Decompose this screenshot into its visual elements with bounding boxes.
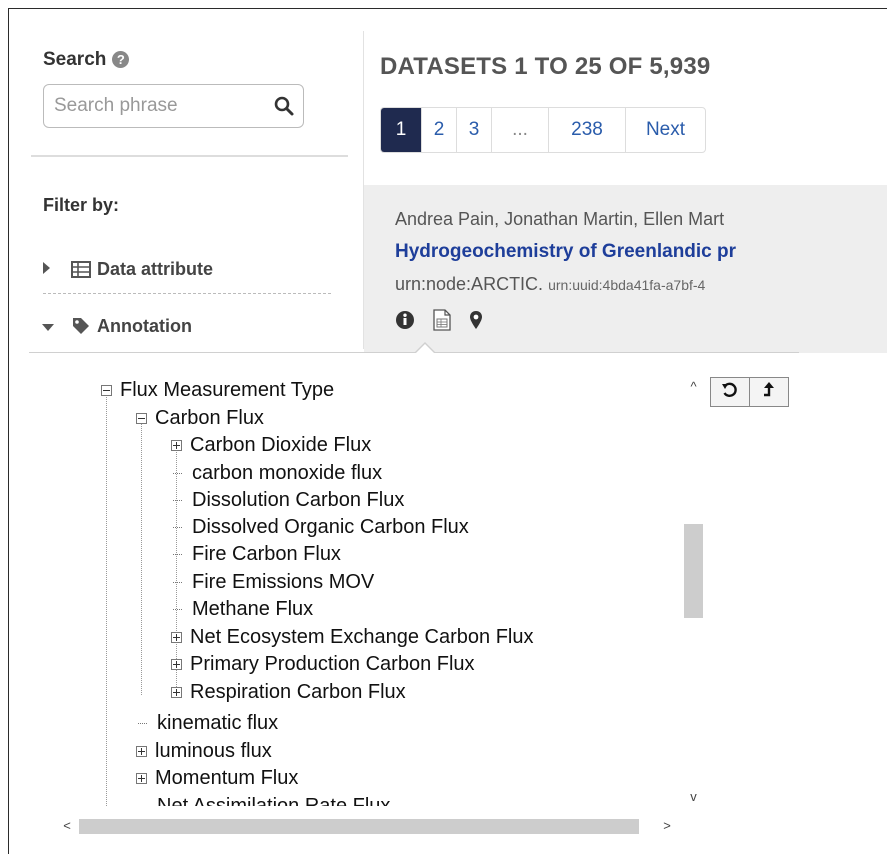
facet-label: Data attribute [97, 258, 214, 279]
tree-node[interactable]: luminous flux [136, 738, 272, 765]
tag-icon [71, 316, 97, 336]
tree-branch [173, 500, 182, 501]
tree-node[interactable]: Primary Production Carbon Flux [171, 651, 475, 678]
expand-toggle-icon[interactable] [171, 440, 182, 451]
tree-branch [173, 527, 182, 528]
tree-node-label[interactable]: Net Ecosystem Exchange Carbon Flux [190, 626, 534, 649]
search-box [43, 84, 304, 128]
collapse-up-icon [761, 381, 777, 404]
tree-node[interactable]: Momentum Flux [136, 765, 298, 792]
result-actions [395, 309, 483, 336]
result-identifier: urn:node:ARCTIC. urn:uuid:4bda41fa-a7bf-… [395, 274, 805, 295]
tree-node-label[interactable]: Respiration Carbon Flux [190, 681, 406, 704]
scroll-down-icon[interactable]: v [683, 787, 704, 807]
result-title-link[interactable]: Hydrogeochemistry of Greenlandic pr [395, 241, 805, 263]
tree-node-label[interactable]: Fire Emissions MOV [192, 571, 374, 594]
expand-toggle-icon[interactable] [171, 632, 182, 643]
expand-toggle-icon[interactable] [171, 659, 182, 670]
page-238[interactable]: 238 [548, 108, 625, 152]
results-title: DATASETS 1 TO 25 OF 5,939 [380, 53, 711, 80]
search-icon[interactable] [273, 95, 295, 117]
result-authors: Andrea Pain, Jonathan Martin, Ellen Mart [395, 209, 725, 229]
tree-node[interactable]: Carbon Dioxide Flux [171, 432, 371, 459]
facet-data-attribute[interactable]: Data attribute [41, 254, 213, 284]
tree-node[interactable]: Fire Carbon Flux [171, 541, 341, 568]
tree-node[interactable]: carbon monoxide flux [171, 460, 382, 487]
tree-node[interactable]: Net Ecosystem Exchange Carbon Flux [171, 624, 534, 651]
next-page[interactable]: Next [625, 108, 705, 152]
table-icon [71, 260, 97, 278]
expand-toggle-icon[interactable] [136, 746, 147, 757]
tree-node-label[interactable]: kinematic flux [157, 712, 278, 735]
tree-node-label[interactable]: Momentum Flux [155, 767, 298, 790]
search-label: Search [43, 49, 107, 70]
tree-branch [173, 473, 182, 474]
tree-horizontal-scrollbar[interactable]: < > [57, 816, 697, 836]
reset-button[interactable] [710, 377, 750, 407]
tree-node-label[interactable]: Primary Production Carbon Flux [190, 653, 475, 676]
divider [31, 155, 348, 157]
page-1[interactable]: 1 [381, 108, 421, 152]
result-node: urn:node:ARCTIC. [395, 274, 544, 294]
scroll-thumb[interactable] [79, 819, 639, 834]
collapse-toggle-icon[interactable] [101, 385, 112, 396]
tree-branch [173, 582, 182, 583]
tree-vertical-scrollbar[interactable]: ^ v [683, 377, 704, 805]
tree-node-label[interactable]: Methane Flux [192, 598, 313, 621]
collapse-toggle-icon[interactable] [136, 413, 147, 424]
page-2[interactable]: 2 [421, 108, 456, 152]
tree-node-label[interactable]: Dissolution Carbon Flux [192, 489, 404, 512]
tree-node-label[interactable]: Net Assimilation Rate Flux [157, 795, 390, 806]
tree-node-label[interactable]: Fire Carbon Flux [192, 543, 341, 566]
help-icon[interactable]: ? [112, 51, 130, 68]
tree-node[interactable]: Dissolution Carbon Flux [171, 487, 404, 514]
divider [43, 293, 331, 294]
tree-node-label[interactable]: Carbon Dioxide Flux [190, 434, 371, 457]
scroll-left-icon[interactable]: < [57, 816, 77, 836]
tree-node-label[interactable]: luminous flux [155, 740, 272, 763]
tree-branch [173, 554, 182, 555]
tree-node[interactable]: Methane Flux [171, 596, 313, 623]
pagination: 1 2 3 ... 238 Next [380, 107, 706, 153]
tree-branch [173, 609, 182, 610]
scroll-thumb[interactable] [684, 524, 703, 618]
search-input[interactable] [54, 93, 254, 119]
page-3[interactable]: 3 [456, 108, 491, 152]
collapse-up-button[interactable] [749, 377, 789, 407]
tree-node[interactable]: Dissolved Organic Carbon Flux [171, 514, 469, 541]
search-heading: Search? [43, 49, 130, 71]
facet-annotation[interactable]: Annotation [41, 311, 192, 341]
tree-node-label[interactable]: Flux Measurement Type [120, 379, 334, 402]
expand-toggle-icon[interactable] [171, 687, 182, 698]
caret-down-icon [41, 316, 57, 337]
annotation-tree: Flux Measurement Type Carbon Flux Carbon… [83, 368, 698, 806]
result-uuid: urn:uuid:4bda41fa-a7bf-4 [548, 277, 706, 293]
tree-node[interactable]: Fire Emissions MOV [171, 569, 374, 596]
tree-branch [138, 723, 147, 724]
tree-node[interactable]: Flux Measurement Type [101, 377, 334, 404]
tree-node[interactable]: kinematic flux [136, 710, 278, 737]
document-icon[interactable] [433, 309, 451, 336]
map-marker-icon[interactable] [469, 310, 483, 335]
tree-node[interactable]: Carbon Flux [136, 405, 264, 432]
tree-node-label[interactable]: Dissolved Organic Carbon Flux [192, 516, 469, 539]
page-ellipsis: ... [491, 108, 548, 152]
reset-icon [721, 381, 739, 404]
caret-right-icon [41, 259, 57, 280]
scroll-right-icon[interactable]: > [657, 816, 677, 836]
tree-node[interactable]: Respiration Carbon Flux [171, 679, 406, 706]
app-frame: Search? Filter by: Data attribute [8, 8, 887, 854]
expand-toggle-icon[interactable] [136, 773, 147, 784]
filter-heading: Filter by: [43, 195, 120, 215]
tree-node-label[interactable]: carbon monoxide flux [192, 462, 382, 485]
scroll-up-icon[interactable]: ^ [683, 377, 704, 397]
tree-toolbar [710, 377, 789, 407]
tree-node-label[interactable]: Carbon Flux [155, 407, 264, 430]
tree-node[interactable]: Net Assimilation Rate Flux [136, 793, 390, 806]
facet-label: Annotation [97, 315, 192, 336]
popup-pointer [415, 344, 435, 354]
info-icon[interactable] [395, 310, 415, 335]
